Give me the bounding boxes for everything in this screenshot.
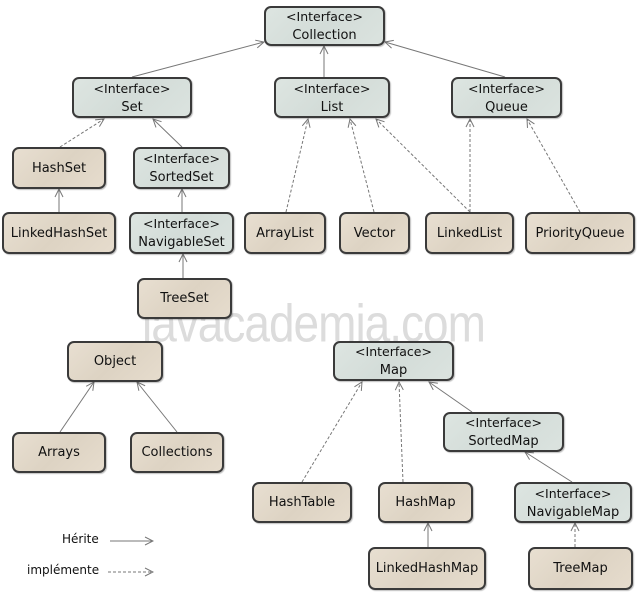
node-label: Object: [93, 354, 137, 369]
edge-linkedlist-implements-list: [376, 119, 471, 213]
node-collection: <Interface> Collection: [264, 6, 385, 46]
node-navigablemap: <Interface> NavigableMap: [514, 482, 632, 523]
node-label: ArrayList: [256, 225, 314, 241]
edge-hashtable-implements-map: [301, 382, 362, 483]
legend-inherits-label: Hérite: [62, 532, 99, 546]
node-label: Collection: [292, 28, 357, 43]
node-stereotype: <Interface>: [293, 80, 371, 96]
edge-sortedset-inherits-set: [153, 119, 183, 148]
node-hashset: HashSet: [12, 147, 106, 189]
node-list: <Interface> List: [274, 77, 390, 118]
node-collections: Collections: [130, 432, 224, 473]
node-arrays: Arrays: [12, 432, 106, 473]
node-label: Map: [379, 363, 408, 378]
node-label: Set: [121, 99, 143, 115]
node-stereotype: <Interface>: [143, 216, 220, 231]
node-priorityqueue: PriorityQueue: [525, 212, 635, 254]
node-treeset: TreeSet: [137, 278, 232, 319]
node-label: Queue: [485, 99, 528, 115]
node-label: LinkedList: [436, 225, 503, 241]
edge-set-inherits-collection: [131, 42, 264, 78]
node-stereotype: <Interface>: [465, 415, 542, 430]
node-label: LinkedHashMap: [375, 561, 479, 576]
edge-navigablemap-inherits-sortedmap: [525, 452, 573, 483]
node-label: SortedMap: [468, 434, 539, 449]
edge-arraylist-implements-list: [285, 119, 308, 213]
node-arraylist: ArrayList: [244, 212, 326, 254]
node-label: TreeSet: [160, 291, 209, 306]
node-label: List: [320, 99, 344, 115]
node-label: NavigableMap: [526, 504, 620, 520]
node-stereotype: <Interface>: [468, 80, 545, 96]
edge-hashmap-implements-map: [399, 382, 403, 483]
node-label: HashSet: [31, 160, 87, 176]
node-queue: <Interface> Queue: [451, 77, 562, 118]
node-object: Object: [67, 341, 163, 382]
node-stereotype: <Interface>: [93, 80, 171, 96]
node-label: Collections: [141, 445, 213, 460]
node-hashmap: HashMap: [378, 482, 473, 523]
node-linkedhashset: LinkedHashSet: [2, 212, 116, 254]
node-label: LinkedHashSet: [10, 225, 108, 241]
edge-priorityqueue-implements-queue: [527, 119, 581, 213]
edge-hashset-implements-set: [59, 119, 104, 148]
node-map: <Interface> Map: [333, 341, 454, 381]
edge-queue-inherits-collection: [385, 42, 506, 78]
node-stereotype: <Interface>: [143, 151, 220, 166]
node-set: <Interface> Set: [72, 77, 192, 118]
edge-arrays-inherits-object: [59, 382, 94, 433]
node-label: HashTable: [268, 495, 336, 510]
node-stereotype: <Interface>: [534, 485, 612, 501]
node-vector: Vector: [339, 212, 410, 254]
node-label: Arrays: [38, 445, 80, 460]
node-hashtable: HashTable: [252, 482, 352, 523]
node-label: Vector: [353, 225, 396, 241]
node-sortedmap: <Interface> SortedMap: [443, 412, 564, 452]
edge-collections-inherits-object: [137, 382, 178, 433]
node-stereotype: <Interface>: [286, 9, 363, 24]
node-label: NavigableSet: [138, 235, 225, 250]
edge-sortedmap-inherits-map: [429, 382, 473, 413]
legend-implements-label: implémente: [27, 563, 100, 577]
node-label: HashMap: [395, 495, 456, 510]
edge-vector-implements-list: [350, 119, 375, 213]
node-treemap: TreeMap: [528, 547, 633, 590]
node-label: TreeMap: [553, 561, 608, 576]
node-label: PriorityQueue: [535, 225, 625, 241]
node-linkedhashmap: LinkedHashMap: [368, 547, 486, 590]
node-navigableset: <Interface> NavigableSet: [129, 212, 234, 254]
node-sortedset: <Interface> SortedSet: [133, 147, 230, 189]
diagram-canvas: javacademia.com <Interface> Collection <In…: [0, 0, 640, 600]
node-linkedlist: LinkedList: [425, 212, 514, 254]
node-stereotype: <Interface>: [355, 344, 432, 359]
node-label: SortedSet: [149, 170, 214, 185]
